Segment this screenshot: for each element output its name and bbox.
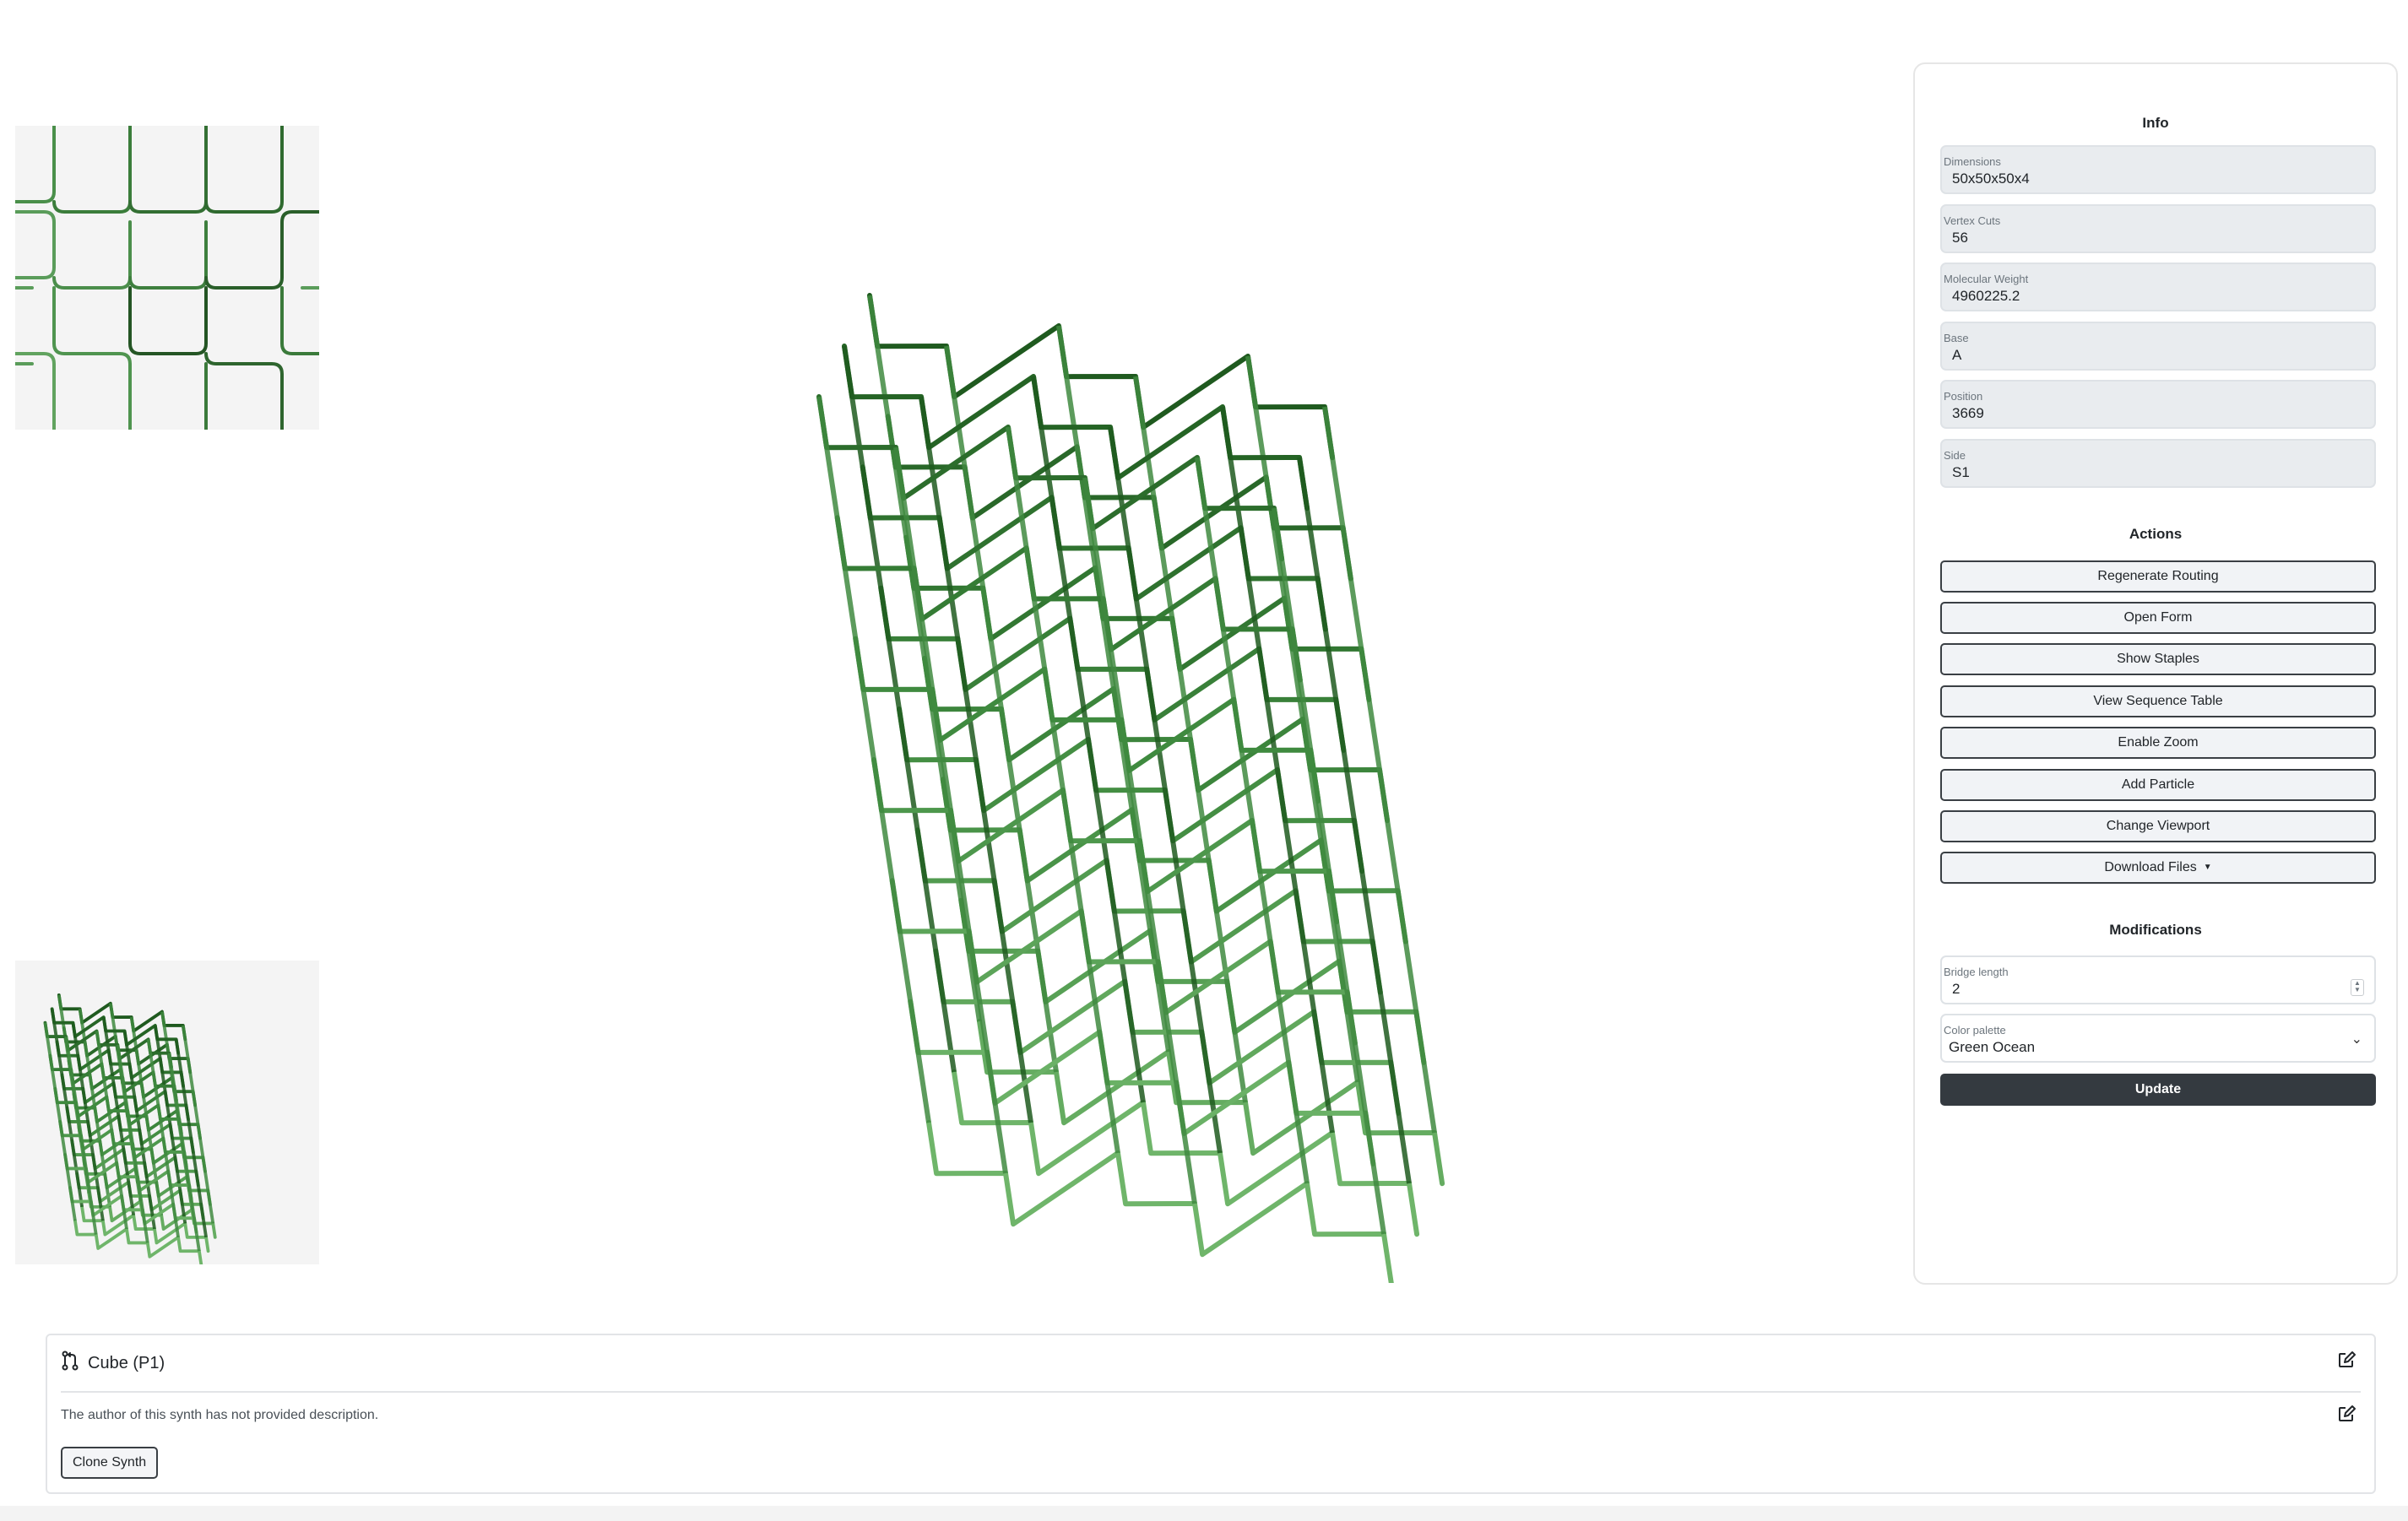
add-particle-button[interactable]: Add Particle xyxy=(1940,769,2376,801)
card-divider xyxy=(61,1391,2361,1393)
page-footer-strip xyxy=(0,1506,2408,1521)
side-value: S1 xyxy=(1952,464,1970,480)
dimensions-value: 50x50x50x4 xyxy=(1952,171,2030,187)
synth-info-card: Cube (P1) The author of this synth has n… xyxy=(46,1334,2376,1494)
caret-down-icon: ▼ xyxy=(2203,863,2212,872)
open-form-button[interactable]: Open Form xyxy=(1940,602,2376,634)
color-palette-select[interactable]: Color palette Green Ocean ⌄ xyxy=(1940,1014,2376,1063)
dimensions-label: Dimensions xyxy=(1944,155,2001,168)
synth-description: The author of this synth has not provide… xyxy=(61,1408,379,1422)
bridge-length-label: Bridge length xyxy=(1944,966,2009,978)
git-branch-icon xyxy=(61,1350,79,1376)
side-label: Side xyxy=(1944,449,1966,462)
modifications-heading: Modifications xyxy=(2109,922,2202,938)
edit-description-icon[interactable] xyxy=(2337,1405,2356,1423)
bridge-length-input[interactable]: Bridge length 2 ▲ ▼ xyxy=(1940,955,2376,1004)
helix-strand xyxy=(842,344,1310,512)
color-palette-label: Color palette xyxy=(1944,1024,2006,1037)
color-palette-value: Green Ocean xyxy=(1949,1039,2036,1055)
molecular-weight-label: Molecular Weight xyxy=(1944,273,2029,285)
position-field: Position 3669 xyxy=(1940,380,2376,429)
vertex-cuts-label: Vertex Cuts xyxy=(1944,214,2001,227)
wireframe-cube-thumbnail xyxy=(43,993,217,1264)
molecular-weight-field: Molecular Weight 4960225.2 xyxy=(1940,263,2376,311)
bridge-length-value[interactable]: 2 xyxy=(1952,981,1960,998)
molecular-weight-value: 4960225.2 xyxy=(1952,288,2020,304)
dimensions-field: Dimensions 50x50x50x4 xyxy=(1940,145,2376,194)
download-files-dropdown[interactable]: Download Files ▼ xyxy=(1940,852,2376,884)
synth-title: Cube (P1) xyxy=(61,1350,165,1376)
clone-synth-button[interactable]: Clone Synth xyxy=(61,1447,159,1479)
base-value: A xyxy=(1952,347,1962,363)
edit-title-icon[interactable] xyxy=(2337,1350,2356,1369)
side-panel: Info Dimensions 50x50x50x4 Vertex Cuts 5… xyxy=(1913,62,2398,1285)
helix-strand xyxy=(926,1120,1394,1283)
view-sequence-table-button[interactable]: View Sequence Table xyxy=(1940,685,2376,717)
synth-title-text: Cube (P1) xyxy=(88,1353,165,1372)
update-button[interactable]: Update xyxy=(1940,1074,2376,1106)
base-field: Base A xyxy=(1940,322,2376,371)
helix-strand xyxy=(867,293,1336,461)
actions-heading: Actions xyxy=(2129,526,2183,542)
vertex-cuts-value: 56 xyxy=(1952,230,1968,246)
side-field: Side S1 xyxy=(1940,439,2376,488)
number-stepper-icon[interactable]: ▲ ▼ xyxy=(2351,979,2364,996)
structure-preview-thumbnail[interactable] xyxy=(15,961,319,1264)
position-value: 3669 xyxy=(1952,405,1984,421)
regenerate-routing-button[interactable]: Regenerate Routing xyxy=(1940,560,2376,593)
download-files-label: Download Files xyxy=(2104,860,2197,874)
info-heading: Info xyxy=(2142,115,2169,131)
routing-pattern-graphic xyxy=(15,126,319,430)
enable-zoom-button[interactable]: Enable Zoom xyxy=(1940,727,2376,759)
routing-preview-thumbnail[interactable] xyxy=(15,126,319,430)
structure-3d-viewport[interactable] xyxy=(726,169,1807,1283)
base-label: Base xyxy=(1944,332,1969,344)
chevron-down-icon: ⌄ xyxy=(2351,1032,2362,1047)
show-staples-button[interactable]: Show Staples xyxy=(1940,643,2376,675)
wireframe-cube-render xyxy=(816,293,1445,1283)
position-label: Position xyxy=(1944,390,1983,403)
vertex-cuts-field: Vertex Cuts 56 xyxy=(1940,204,2376,253)
change-viewport-button[interactable]: Change Viewport xyxy=(1940,810,2376,842)
